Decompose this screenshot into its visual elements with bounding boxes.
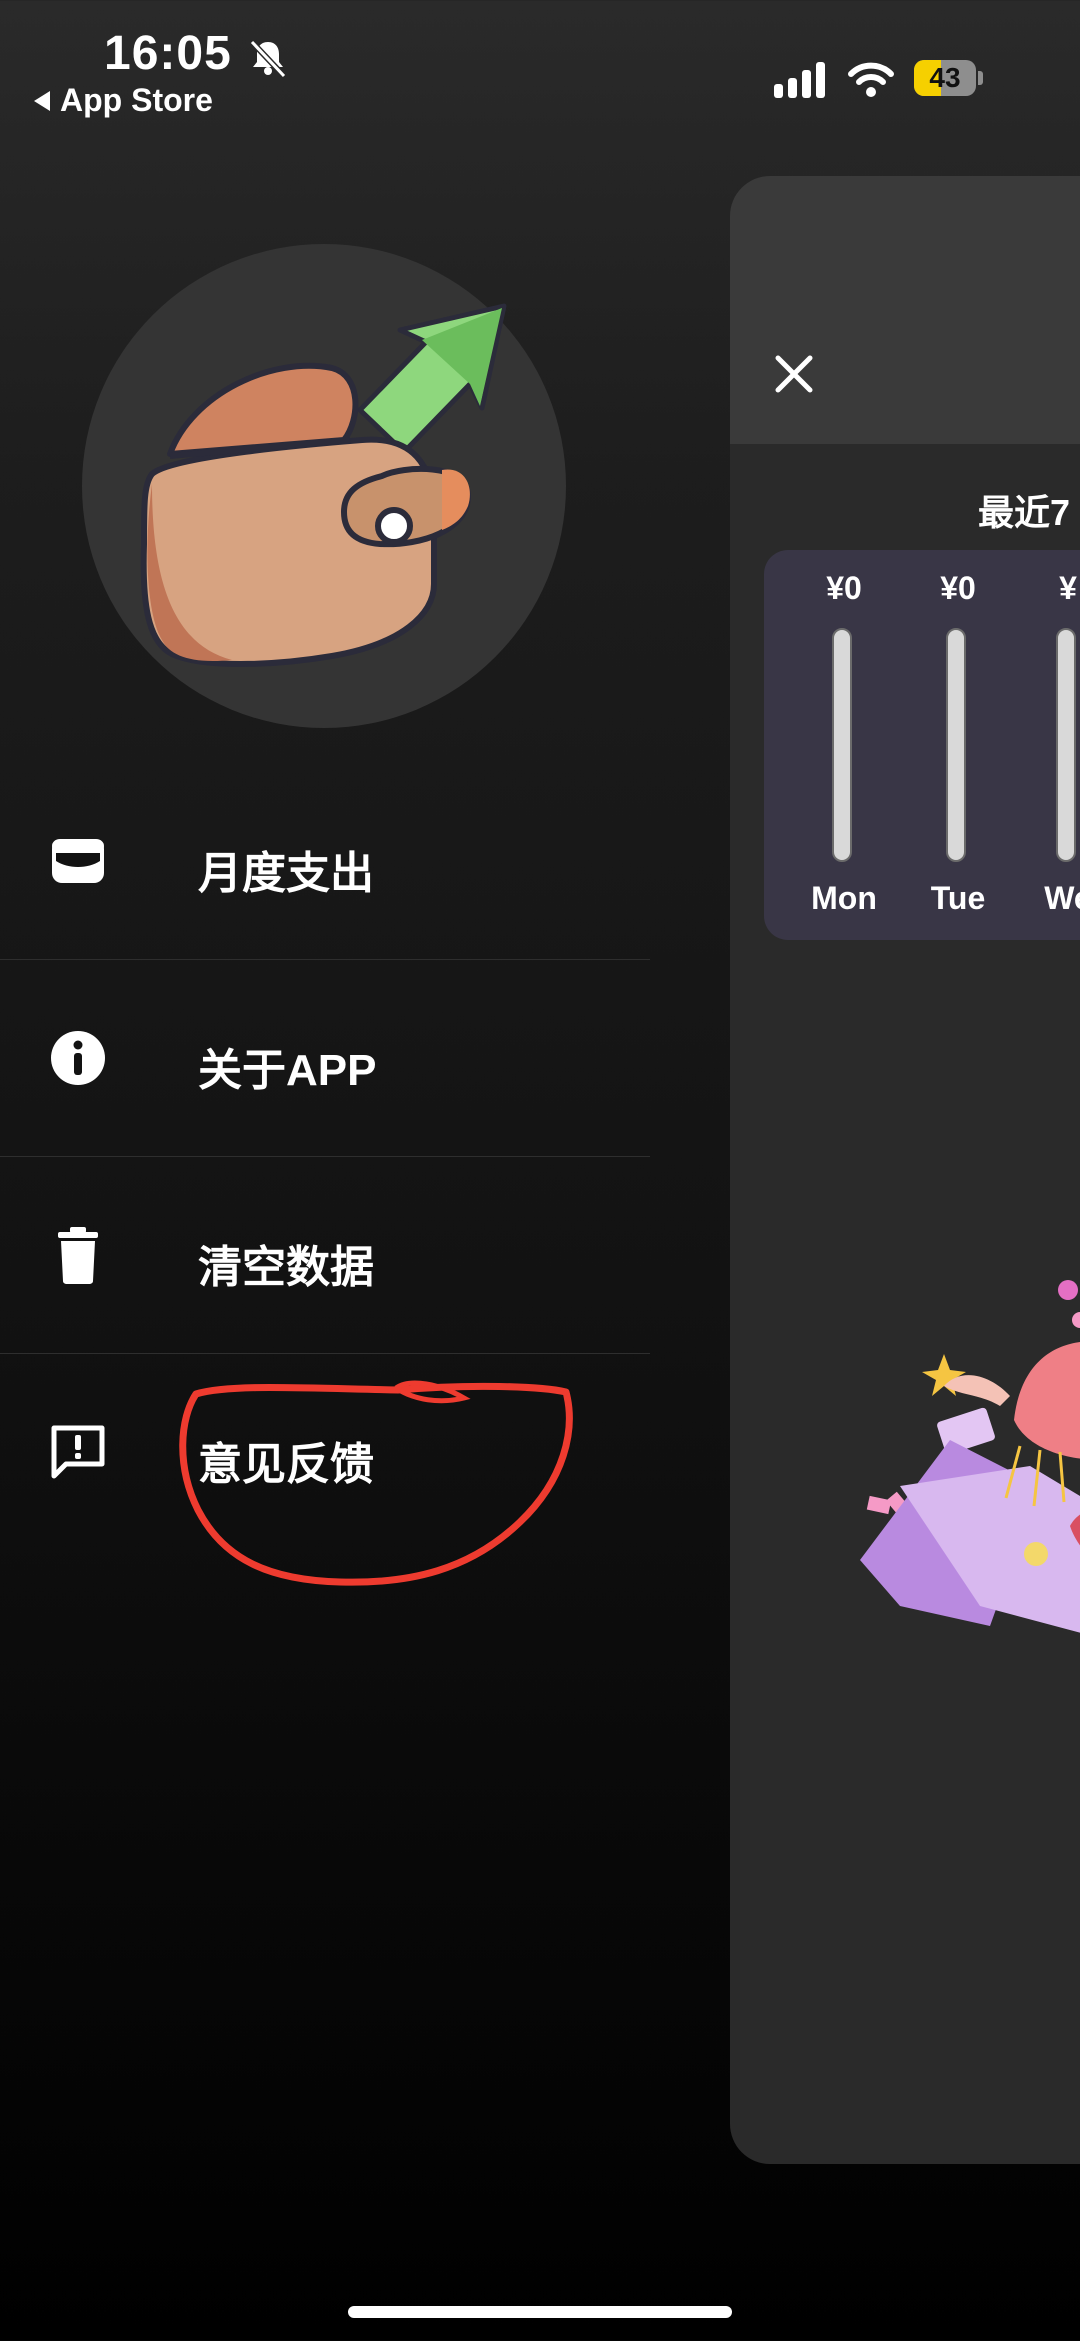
weekly-spending-card: ¥0 Mon ¥0 Tue ¥ We	[764, 550, 1080, 940]
wallet-icon	[52, 839, 104, 883]
confetti	[866, 1495, 892, 1515]
day-amount: ¥0	[940, 570, 976, 606]
menu-label-monthly-expense: 月度支出	[198, 849, 374, 898]
day-name: Mon	[811, 880, 877, 916]
panel-header	[730, 176, 1080, 444]
panel-title: 最近7	[978, 492, 1071, 533]
battery-level: 43	[929, 62, 961, 93]
day-column: ¥0 Mon	[794, 550, 894, 940]
cellular-signal-icon	[774, 62, 825, 98]
back-to-app-store[interactable]: App Store	[34, 82, 213, 119]
home-indicator[interactable]	[348, 2306, 732, 2318]
day-name: Tue	[930, 880, 986, 916]
feedback-icon	[51, 1425, 105, 1479]
menu-item-feedback[interactable]: 意见反馈	[0, 1354, 650, 1550]
app-logo	[82, 244, 566, 728]
day-bar	[946, 628, 966, 862]
day-amount: ¥0	[826, 570, 862, 606]
back-label: App Store	[60, 82, 213, 118]
battery-icon: 43	[914, 60, 984, 96]
person-body	[1014, 1342, 1080, 1459]
day-bar	[832, 628, 852, 862]
menu-item-monthly-expense[interactable]: 月度支出	[0, 763, 650, 959]
menu-label-feedback: 意见反馈	[198, 1440, 374, 1489]
close-icon[interactable]	[772, 352, 816, 396]
trash-icon	[58, 1227, 98, 1284]
menu-item-clear-data[interactable]: 清空数据	[0, 1157, 650, 1353]
confetti	[1072, 1312, 1080, 1328]
menu-label-clear-data: 清空数据	[198, 1243, 374, 1292]
shopping-illustration	[860, 1280, 1080, 1633]
wifi-icon	[848, 62, 894, 97]
day-column: ¥ We	[1018, 550, 1080, 940]
main-panel[interactable]: 最近7 ¥0 Mon ¥0 Tue ¥ We	[730, 176, 1080, 2164]
confetti	[1058, 1280, 1078, 1300]
day-name: We	[1044, 880, 1080, 916]
menu-item-about-app[interactable]: 关于APP	[0, 960, 650, 1156]
bag-decoration	[1024, 1542, 1048, 1566]
wallet-growth-icon	[140, 303, 507, 667]
back-arrow-icon	[34, 90, 50, 111]
day-bar	[1056, 628, 1076, 862]
status-time: 16:05	[104, 27, 232, 80]
day-column: ¥0 Tue	[908, 550, 1008, 940]
info-icon	[51, 1031, 105, 1085]
bell-slash-icon	[249, 39, 287, 79]
menu-label-about-app: 关于APP	[198, 1046, 377, 1095]
day-amount: ¥	[1059, 570, 1077, 606]
